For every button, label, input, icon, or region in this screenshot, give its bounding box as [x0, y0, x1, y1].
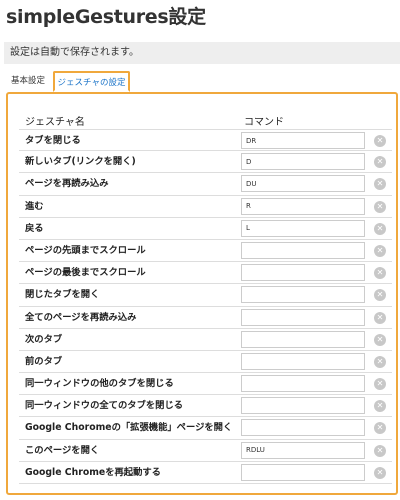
gesture-name: タブを閉じる	[25, 135, 81, 146]
gesture-row: 前のタブ ✕	[19, 351, 392, 374]
gesture-row: ページの最後までスクロール ✕	[19, 262, 392, 285]
clear-icon[interactable]: ✕	[374, 333, 386, 346]
gesture-row: 次のタブ ✕	[19, 329, 392, 351]
gesture-name: ページの最後までスクロール	[25, 267, 146, 279]
gesture-row: 全てのページを再読み込み ✕	[19, 307, 392, 329]
clear-icon[interactable]: ✕	[374, 135, 386, 147]
gesture-command-input[interactable]	[241, 419, 365, 437]
gesture-name: 次のタブ	[25, 333, 63, 345]
clear-icon[interactable]: ✕	[374, 378, 386, 391]
gesture-command-input[interactable]	[241, 241, 365, 259]
gesture-command-input[interactable]	[241, 153, 365, 171]
gesture-name: ページを再読み込み	[25, 178, 109, 190]
gesture-name: 同一ウィンドウの全てのタブを閉じる	[25, 400, 184, 412]
clear-icon[interactable]: ✕	[374, 156, 386, 169]
clear-icon[interactable]: ✕	[374, 200, 386, 213]
gesture-row: 進む ✕	[19, 196, 392, 218]
gesture-row: このページを開く ✕	[19, 440, 392, 462]
gesture-row: 同一ウィンドウの他のタブを閉じる ✕	[19, 373, 392, 396]
gesture-name: 前のタブ	[25, 355, 63, 367]
clear-icon[interactable]: ✕	[374, 400, 386, 413]
gesture-command-input[interactable]	[241, 175, 365, 193]
gesture-name: 進む	[25, 200, 44, 212]
gesture-row: Google Chromeを再起動する ✕	[19, 462, 392, 484]
gesture-row: 新しいタブ(リンクを開く) ✕	[19, 151, 392, 174]
tab-basic-settings[interactable]: 基本設定	[6, 71, 50, 92]
clear-icon[interactable]: ✕	[374, 311, 386, 324]
gesture-name: 閉じたタブを開く	[25, 289, 100, 301]
gesture-command-input[interactable]	[241, 375, 365, 393]
column-header-gesture-name: ジェスチャ名	[25, 117, 85, 128]
gesture-name: 戻る	[25, 222, 44, 234]
clear-icon[interactable]: ✕	[374, 222, 386, 235]
gesture-name: 同一ウィンドウの他のタブを閉じる	[25, 378, 174, 390]
gesture-name: 全てのページを再読み込み	[25, 311, 137, 323]
tab-gesture-settings[interactable]: ジェスチャの設定	[53, 71, 130, 92]
gesture-row: Google Choromeの「拡張機能」ページを開く ✕	[19, 417, 392, 440]
gesture-row: タブを閉じる ✕	[19, 129, 392, 152]
gesture-table: タブを閉じる ✕ 新しいタブ(リンクを開く) ✕ ページを再読み込み ✕ 進む …	[19, 129, 392, 484]
clear-icon[interactable]: ✕	[374, 244, 386, 257]
gesture-command-input[interactable]	[241, 219, 365, 237]
gesture-command-input[interactable]	[241, 286, 365, 304]
clear-icon[interactable]: ✕	[374, 466, 386, 479]
clear-icon[interactable]: ✕	[374, 444, 386, 457]
gesture-name: ページの先頭までスクロール	[25, 244, 146, 256]
gesture-name: このページを開く	[25, 444, 100, 456]
gesture-command-input[interactable]	[241, 463, 365, 481]
gesture-row: 戻る ✕	[19, 218, 392, 240]
clear-icon[interactable]: ✕	[374, 267, 386, 280]
gesture-name: Google Chromeを再起動する	[25, 466, 161, 478]
column-header-command: コマンド	[244, 117, 284, 128]
clear-icon[interactable]: ✕	[374, 178, 386, 191]
gesture-command-input[interactable]	[241, 352, 365, 370]
gesture-row: 同一ウィンドウの全てのタブを閉じる ✕	[19, 395, 392, 418]
autosave-notice: 設定は自動で保存されます。	[4, 42, 400, 64]
gesture-command-input[interactable]	[241, 264, 365, 282]
gesture-row: ページを再読み込み ✕	[19, 173, 392, 196]
gesture-command-input[interactable]	[241, 330, 365, 348]
clear-icon[interactable]: ✕	[374, 355, 386, 368]
gesture-row: 閉じたタブを開く ✕	[19, 284, 392, 307]
gesture-command-input[interactable]	[241, 308, 365, 326]
clear-icon[interactable]: ✕	[374, 422, 386, 435]
gesture-command-input[interactable]	[241, 441, 365, 459]
gesture-name: Google Choromeの「拡張機能」ページを開く	[25, 422, 233, 434]
gesture-name: 新しいタブ(リンクを開く)	[25, 156, 136, 168]
clear-icon[interactable]: ✕	[374, 289, 386, 302]
gesture-command-input[interactable]	[241, 397, 365, 415]
gesture-row: ページの先頭までスクロール ✕	[19, 240, 392, 263]
page-title: simpleGestures設定	[6, 6, 206, 28]
gesture-command-input[interactable]	[241, 132, 365, 149]
gesture-command-input[interactable]	[241, 197, 365, 215]
